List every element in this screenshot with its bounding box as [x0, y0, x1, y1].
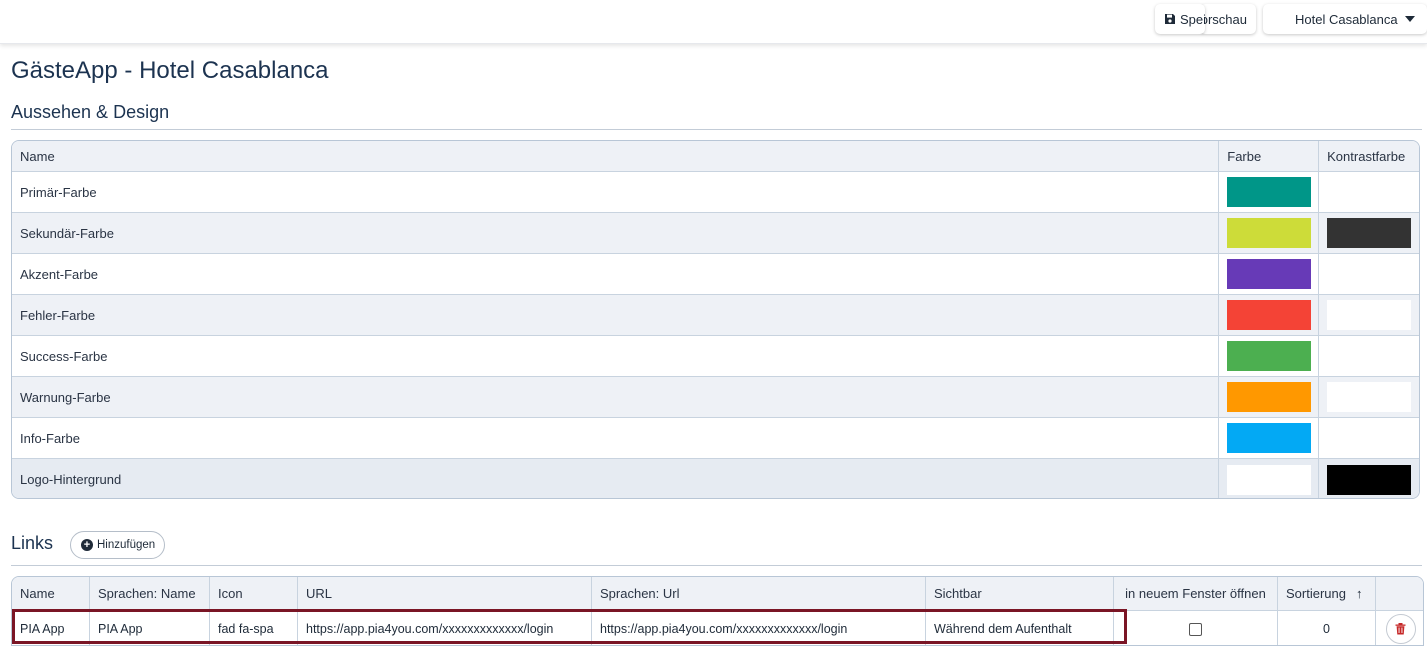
link-lang-name-cell[interactable]: PIA App: [89, 611, 209, 645]
hotel-selector[interactable]: Hotel Casablanca: [1263, 4, 1427, 34]
table-row[interactable]: PIA App PIA App fad fa-spa https://app.p…: [12, 611, 1423, 645]
section-divider: [11, 565, 1422, 566]
color-swatch[interactable]: [1227, 218, 1312, 248]
contrast-swatch[interactable]: [1327, 300, 1412, 330]
column-header-icon[interactable]: Icon: [209, 577, 297, 610]
column-header-name[interactable]: Name: [12, 577, 89, 610]
links-table-header: Name Sprachen: Name Icon URL Sprachen: U…: [12, 577, 1423, 611]
link-visible-cell[interactable]: Während dem Aufenthalt: [925, 611, 1113, 645]
color-swatch[interactable]: [1227, 341, 1312, 371]
link-name-cell[interactable]: PIA App: [12, 611, 89, 645]
color-row-label: Sekundär-Farbe: [20, 225, 114, 241]
column-header-sort-label: Sortierung: [1286, 586, 1346, 601]
column-header-lang-url[interactable]: Sprachen: Url: [591, 577, 925, 610]
color-row-info[interactable]: Info-Farbe: [12, 418, 1419, 459]
add-link-button[interactable]: + Hinzufügen: [70, 531, 165, 559]
delete-button[interactable]: [1385, 614, 1416, 644]
color-row-label: Akzent-Farbe: [20, 266, 99, 282]
links-section-title: Links: [11, 533, 54, 553]
page-title: GästeApp - Hotel Casablanca: [11, 57, 329, 84]
column-header-new-window[interactable]: in neuem Fenster öffnen: [1113, 577, 1277, 610]
link-sort-cell[interactable]: 0: [1277, 611, 1375, 645]
link-actions-cell: [1375, 611, 1423, 645]
save-icon: [1165, 14, 1175, 24]
color-swatch[interactable]: [1227, 259, 1312, 289]
color-row-label: Fehler-Farbe: [20, 307, 96, 323]
section-divider: [11, 129, 1422, 130]
color-swatch[interactable]: [1227, 382, 1312, 412]
column-header-name: Name: [20, 148, 55, 164]
column-header-color: Farbe: [1218, 141, 1318, 171]
color-row-secondary[interactable]: Sekundär-Farbe: [12, 213, 1419, 254]
links-table: Name Sprachen: Name Icon URL Sprachen: U…: [11, 576, 1424, 646]
column-header-actions: [1375, 577, 1423, 610]
new-window-checkbox[interactable]: [1189, 622, 1202, 636]
color-row-label: Info-Farbe: [20, 430, 80, 446]
color-row-label: Primär-Farbe: [20, 184, 97, 200]
hotel-selector-label: Hotel Casablanca: [1295, 11, 1398, 27]
top-bar: Vorschau Speichern Hotel Casablanca: [0, 0, 1427, 44]
color-row-label: Logo-Hintergrund: [20, 472, 122, 487]
column-header-visible[interactable]: Sichtbar: [925, 577, 1113, 610]
color-row-primary[interactable]: Primär-Farbe: [12, 172, 1419, 213]
color-row-success[interactable]: Success-Farbe: [12, 336, 1419, 377]
appearance-section-title: Aussehen & Design: [11, 102, 170, 122]
color-row-error[interactable]: Fehler-Farbe: [12, 295, 1419, 336]
add-link-button-label: Hinzufügen: [97, 539, 156, 551]
colors-table: Name Farbe Kontrastfarbe Primär-Farbe Se…: [11, 140, 1420, 499]
color-row-warning[interactable]: Warnung-Farbe: [12, 377, 1419, 418]
color-swatch[interactable]: [1227, 464, 1312, 495]
color-row-label: Success-Farbe: [20, 348, 108, 364]
color-row-accent[interactable]: Akzent-Farbe: [12, 254, 1419, 295]
column-header-url[interactable]: URL: [297, 577, 591, 610]
color-swatch[interactable]: [1227, 423, 1312, 453]
column-header-sort[interactable]: Sortierung ↑: [1277, 577, 1375, 610]
color-row-label: Warnung-Farbe: [20, 389, 111, 405]
link-icon-cell[interactable]: fad fa-spa: [209, 611, 297, 645]
color-swatch[interactable]: [1227, 177, 1312, 207]
column-header-lang-name[interactable]: Sprachen: Name: [89, 577, 209, 610]
plus-circle-icon: +: [81, 539, 93, 551]
contrast-swatch[interactable]: [1327, 218, 1412, 248]
color-row-logo-background[interactable]: Logo-Hintergrund: [12, 459, 1419, 498]
link-url-cell[interactable]: https://app.pia4you.com/xxxxxxxxxxxxx/lo…: [297, 611, 591, 645]
column-header-contrast: Kontrastfarbe: [1318, 141, 1419, 171]
color-swatch[interactable]: [1227, 300, 1312, 330]
trash-icon: [1395, 623, 1406, 635]
preview-button[interactable]: Vorschau: [1200, 4, 1256, 34]
link-lang-url-cell[interactable]: https://app.pia4you.com/xxxxxxxxxxxxx/lo…: [591, 611, 925, 645]
preview-button-label: Vorschau: [1200, 11, 1247, 27]
save-button-label: Speichern: [1180, 11, 1205, 27]
link-new-window-cell: [1113, 611, 1277, 645]
contrast-swatch[interactable]: [1327, 382, 1412, 412]
save-button[interactable]: Speichern: [1155, 4, 1205, 34]
colors-table-header: Name Farbe Kontrastfarbe: [12, 141, 1419, 172]
contrast-swatch[interactable]: [1327, 464, 1412, 495]
sort-ascending-icon: ↑: [1355, 586, 1363, 601]
caret-down-icon: [1404, 16, 1415, 22]
